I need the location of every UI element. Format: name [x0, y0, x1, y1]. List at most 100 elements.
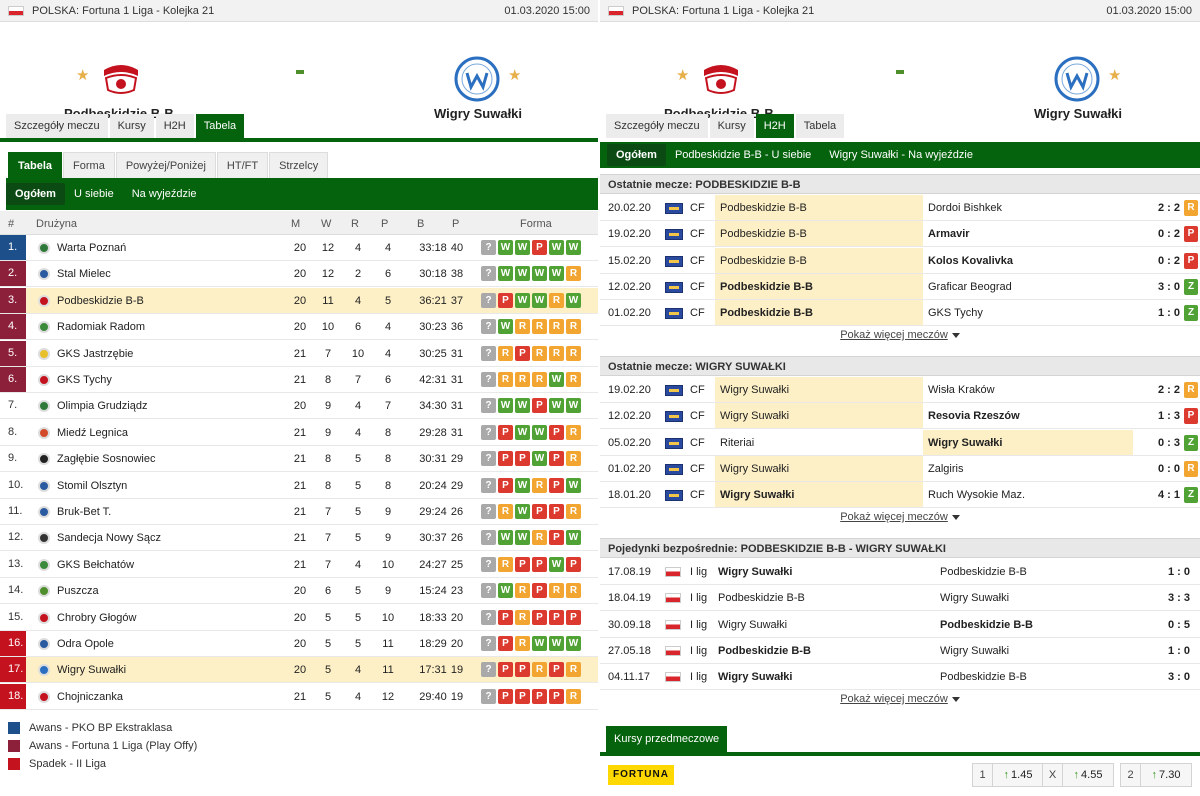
team-name[interactable]: Puszcza: [57, 585, 99, 597]
table-row[interactable]: 5. GKS Jastrzębie 21 7 10 4 30:25 31? R P R R R: [0, 340, 598, 367]
team-name[interactable]: Radomiak Radom: [57, 321, 145, 333]
form-badge[interactable]: P: [532, 398, 547, 414]
form-badge[interactable]: R: [532, 477, 547, 493]
favorite-star-icon[interactable]: ★: [508, 66, 521, 84]
match-row[interactable]: 27.05.18 I lig Podbeskidzie B-B Wigry Suwał…: [600, 638, 1200, 664]
form-badge[interactable]: R: [549, 319, 564, 335]
table-row[interactable]: 14. Puszcza 20 6 5 9 15:24 23? W R P R R: [0, 578, 598, 605]
form-badge[interactable]: P: [498, 292, 513, 308]
team-name[interactable]: Sandecja Nowy Sącz: [57, 532, 161, 544]
form-badge[interactable]: ?: [481, 556, 496, 572]
form-badge[interactable]: P: [515, 688, 530, 704]
col-losses[interactable]: P: [381, 218, 388, 230]
form-badge[interactable]: R: [498, 345, 513, 361]
form-badge[interactable]: P: [532, 583, 547, 599]
tab-match-details[interactable]: Szczegóły meczu: [6, 114, 108, 138]
match-row[interactable]: 01.02.20 CF Podbeskidzie B-B GKS Tychy 1 : 0…: [600, 300, 1200, 327]
away-team[interactable]: Wisła Kraków: [928, 384, 995, 396]
form-badge[interactable]: R: [515, 583, 530, 599]
tab-ht-ft[interactable]: HT/FT: [216, 152, 269, 178]
form-badge[interactable]: P: [498, 609, 513, 625]
form-badge[interactable]: R: [532, 345, 547, 361]
form-badge[interactable]: W: [498, 319, 513, 335]
form-badge[interactable]: ?: [481, 372, 496, 387]
form-badge[interactable]: R: [566, 583, 581, 599]
form-badge[interactable]: P: [532, 688, 547, 704]
home-team[interactable]: Wigry Suwałki: [718, 671, 792, 683]
col-goals[interactable]: B: [417, 218, 424, 230]
form-badge[interactable]: P: [566, 609, 581, 625]
form-badge[interactable]: R: [566, 504, 581, 519]
form-badge[interactable]: P: [515, 556, 530, 572]
tab-match-details[interactable]: Szczegóły meczu: [606, 114, 708, 138]
match-row[interactable]: 05.02.20 CF Riteriai Wigry Suwałki 0 : 3 Z: [600, 429, 1200, 456]
form-badge[interactable]: R: [549, 583, 564, 599]
form-badge[interactable]: W: [566, 636, 581, 651]
form-badge[interactable]: W: [498, 398, 513, 414]
form-badge[interactable]: W: [498, 266, 513, 282]
match-row[interactable]: 01.02.20 CF Wigry Suwałki Zalgiris 0 : 0 R: [600, 455, 1200, 482]
tab-table[interactable]: Tabela: [8, 152, 63, 178]
form-badge[interactable]: W: [549, 266, 564, 282]
form-badge[interactable]: W: [515, 292, 530, 308]
form-badge[interactable]: R: [566, 688, 581, 704]
home-team[interactable]: Podbeskidzie B-B: [718, 592, 805, 604]
form-badge[interactable]: R: [532, 372, 547, 387]
tab-prematch-odds[interactable]: Kursy przedmeczowe: [606, 726, 728, 752]
team-name[interactable]: Wigry Suwałki: [57, 664, 126, 676]
form-badge[interactable]: P: [532, 240, 547, 255]
form-badge[interactable]: W: [532, 636, 547, 651]
form-badge[interactable]: R: [566, 266, 581, 282]
table-row[interactable]: 7. Olimpia Grudziądz 20 9 4 7 34:30 31? W W P W W: [0, 393, 598, 420]
form-badge[interactable]: W: [566, 477, 581, 493]
form-badge[interactable]: ?: [481, 609, 496, 625]
form-badge[interactable]: W: [515, 477, 530, 493]
odds-value[interactable]: ↑ 4.55: [1063, 764, 1113, 786]
form-badge[interactable]: R: [498, 504, 513, 519]
away-team[interactable]: Graficar Beograd: [928, 281, 1012, 293]
home-team[interactable]: Wigry Suwałki: [718, 619, 787, 631]
match-row[interactable]: 18.01.20 CF Wigry Suwałki Ruch Wysokie Maz.…: [600, 482, 1200, 509]
subtab-overall[interactable]: Ogółem: [6, 183, 65, 205]
home-team[interactable]: Wigry Suwałki: [720, 463, 789, 475]
form-badge[interactable]: P: [515, 345, 530, 361]
team-name[interactable]: Miedź Legnica: [57, 427, 128, 439]
away-team[interactable]: GKS Tychy: [928, 307, 983, 319]
home-team[interactable]: Podbeskidzie B-B: [720, 202, 807, 214]
table-row[interactable]: 12. Sandecja Nowy Sącz 21 7 5 9 30:37 26? W W R P W: [0, 525, 598, 552]
form-badge[interactable]: W: [515, 398, 530, 414]
form-badge[interactable]: W: [549, 556, 564, 572]
table-row[interactable]: 13. GKS Bełchatów 21 7 4 10 24:27 25? R P P W P: [0, 552, 598, 578]
table-row[interactable]: 2. Stal Mielec 20 12 2 6 30:18 38? W W W W R: [0, 261, 598, 288]
form-badge[interactable]: R: [549, 345, 564, 361]
form-badge[interactable]: ?: [481, 530, 496, 546]
table-row[interactable]: 11. Bruk-Bet T. 21 7 5 9 29:24 26? R W P P R: [0, 499, 598, 525]
home-team[interactable]: Podbeskidzie B-B: [720, 228, 807, 240]
form-badge[interactable]: W: [549, 398, 564, 414]
form-badge[interactable]: W: [515, 240, 530, 255]
away-team[interactable]: Resovia Rzeszów: [928, 410, 1020, 422]
form-badge[interactable]: W: [532, 424, 547, 440]
form-badge[interactable]: ?: [481, 266, 496, 282]
form-badge[interactable]: P: [498, 424, 513, 440]
table-row[interactable]: 16. Odra Opole 20 5 5 11 18:29 20? P R W W W: [0, 631, 598, 657]
subtab-overall[interactable]: Ogółem: [607, 144, 666, 166]
col-wins[interactable]: W: [321, 218, 331, 230]
tab-over-under[interactable]: Powyżej/Poniżej: [115, 152, 216, 178]
match-row[interactable]: 12.02.20 CF Podbeskidzie B-B Graficar Beogr…: [600, 273, 1200, 300]
form-badge[interactable]: R: [566, 451, 581, 467]
away-team[interactable]: Wigry Suwałki: [928, 437, 1002, 449]
form-badge[interactable]: ?: [481, 688, 496, 704]
form-badge[interactable]: ?: [481, 583, 496, 599]
form-badge[interactable]: R: [515, 609, 530, 625]
form-badge[interactable]: ?: [481, 477, 496, 493]
team-name[interactable]: GKS Tychy: [57, 374, 112, 386]
form-badge[interactable]: W: [532, 266, 547, 282]
show-more-label[interactable]: Pokaż więcej meczów: [840, 329, 948, 341]
home-team[interactable]: Podbeskidzie B-B: [718, 645, 811, 657]
away-team[interactable]: Podbeskidzie B-B: [940, 671, 1027, 683]
show-more-link[interactable]: Pokaż więcej meczów: [600, 693, 1200, 707]
form-badge[interactable]: R: [532, 319, 547, 335]
away-team-name[interactable]: Wigry Suwałki: [434, 106, 522, 121]
home-team[interactable]: Wigry Suwałki: [720, 410, 789, 422]
